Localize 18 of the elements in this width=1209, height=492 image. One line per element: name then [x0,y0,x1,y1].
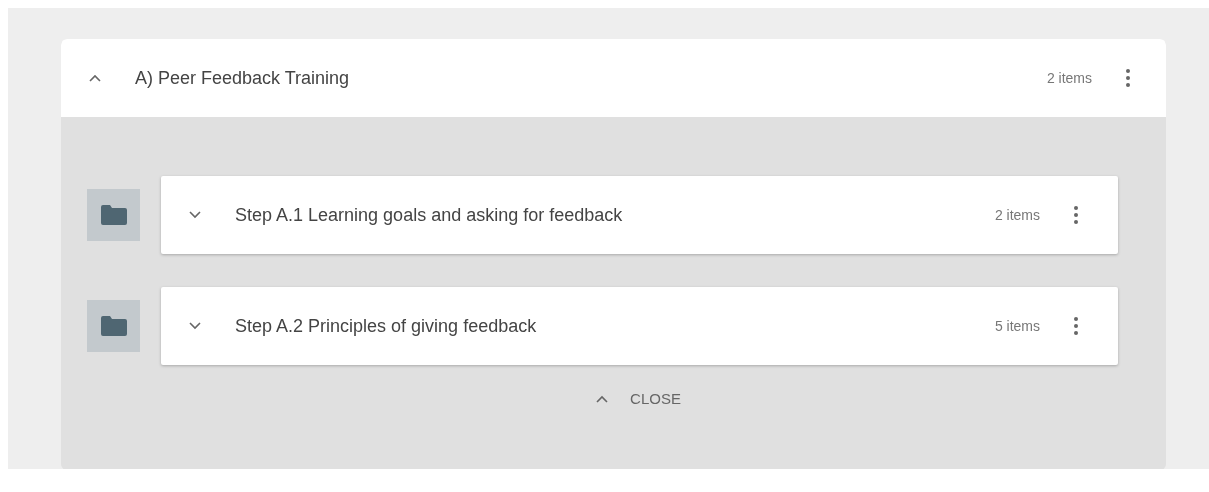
item-count: 2 items [1046,70,1092,86]
more-options-icon[interactable] [1074,206,1078,224]
step-card[interactable]: Step A.2 Principles of giving feedback 5 items [161,287,1118,365]
more-options-icon[interactable] [1074,317,1078,335]
step-title: Step A.1 Learning goals and asking for feedback [235,204,624,226]
chevron-up-icon[interactable] [89,74,101,82]
folder-icon [100,316,127,336]
more-options-icon[interactable] [1126,69,1130,87]
chevron-up-icon[interactable] [596,394,609,403]
item-count: 2 items [994,207,1040,223]
step-title: Step A.2 Principles of giving feedback [235,315,538,337]
step-card[interactable]: Step A.1 Learning goals and asking for feedback 2 items [161,176,1118,254]
folder-icon [100,205,127,225]
section-title: A) Peer Feedback Training [135,67,351,89]
chevron-down-icon[interactable] [189,322,201,330]
chevron-down-icon[interactable] [189,211,201,219]
item-count: 5 items [994,318,1040,334]
close-button[interactable]: CLOSE [590,386,687,411]
